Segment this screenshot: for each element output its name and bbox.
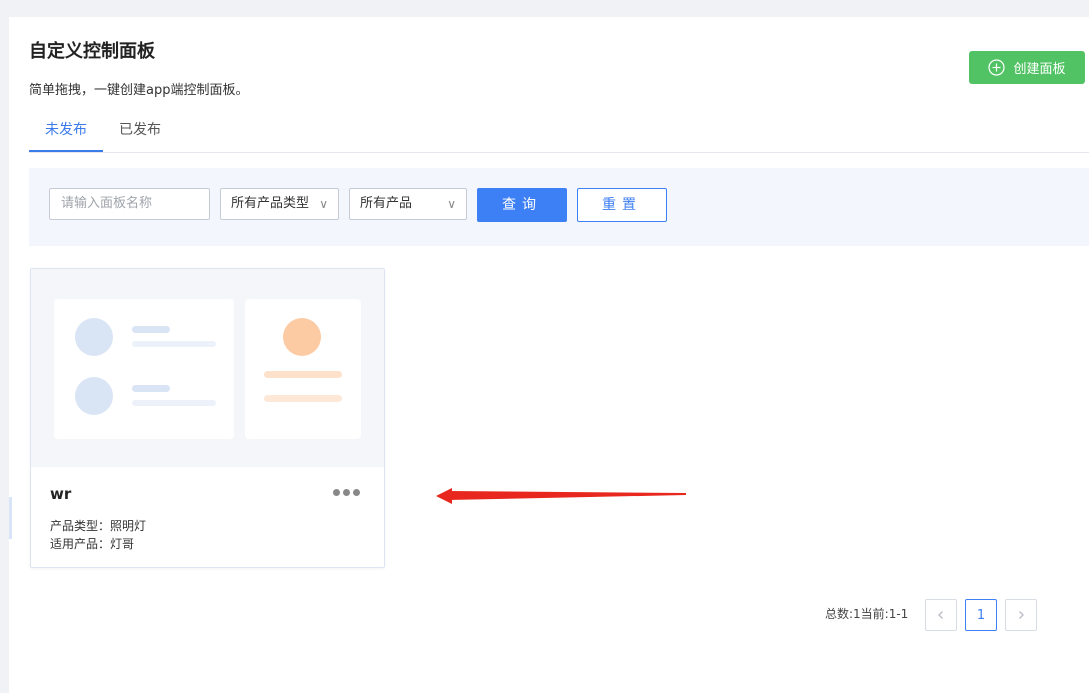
card-preview-image	[31, 269, 384, 467]
product-select[interactable]: 所有产品 ∨	[349, 188, 467, 220]
pagination-summary: 总数:1当前:1-1	[825, 607, 909, 621]
plus-circle-icon	[988, 59, 1006, 76]
next-page-button[interactable]	[1005, 599, 1037, 631]
reset-button[interactable]: 重置	[577, 188, 667, 222]
product-type-select[interactable]: 所有产品类型 ∨	[220, 188, 339, 220]
create-panel-label: 创建面板	[1013, 62, 1066, 77]
query-button[interactable]: 查询	[477, 188, 567, 222]
card-product-type: 产品类型：照明灯	[50, 519, 147, 533]
page-title: 自定义控制面板	[29, 41, 155, 62]
page-number-current[interactable]: 1	[965, 599, 997, 631]
card-title: wr	[50, 485, 72, 503]
page-subtitle: 简单拖拽，一键创建app端控制面板。	[29, 83, 249, 98]
product-value: 所有产品	[360, 196, 413, 211]
prev-page-button[interactable]	[925, 599, 957, 631]
more-options-icon[interactable]	[333, 485, 363, 499]
chevron-left-icon	[938, 611, 943, 619]
chevron-right-icon	[1019, 611, 1024, 619]
panel-thumbnail-illustration	[54, 299, 361, 439]
chevron-down-icon: ∨	[447, 197, 456, 211]
tab-published[interactable]: 已发布	[103, 113, 177, 150]
create-panel-button[interactable]: 创建面板	[969, 51, 1085, 84]
filter-bar: 请输入面板名称 所有产品类型 ∨ 所有产品 ∨ 查询 重置	[29, 168, 1089, 246]
pagination: 总数:1当前:1-1 1	[9, 599, 1089, 631]
tab-bar: 未发布 已发布	[29, 113, 1089, 153]
edge-indicator	[9, 497, 12, 539]
chevron-down-icon: ∨	[319, 197, 328, 211]
tab-unpublished[interactable]: 未发布	[29, 113, 103, 152]
card-applicable-product: 适用产品：灯哥	[50, 537, 135, 551]
main-panel: 自定义控制面板 简单拖拽，一键创建app端控制面板。 创建面板 未发布 已发布 …	[9, 17, 1089, 693]
panel-name-input[interactable]: 请输入面板名称	[49, 188, 210, 220]
panel-card[interactable]: wr 产品类型：照明灯 适用产品：灯哥	[30, 268, 385, 568]
product-type-value: 所有产品类型	[231, 196, 310, 211]
